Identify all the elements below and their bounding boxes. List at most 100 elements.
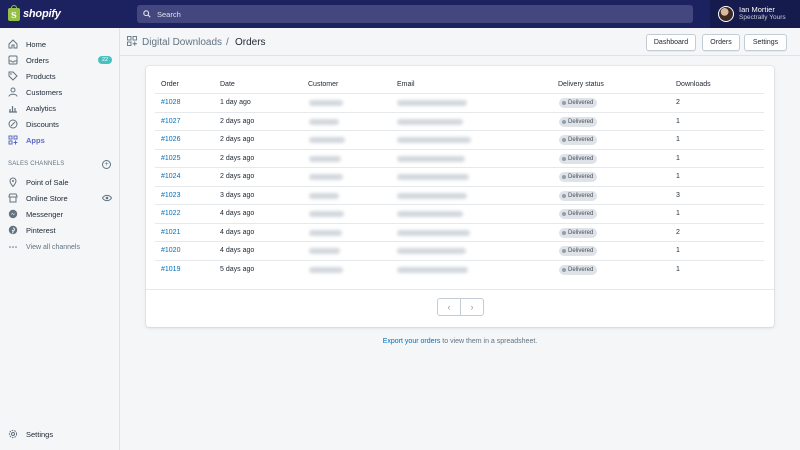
- order-date: 2 days ago: [220, 173, 255, 180]
- status-dot-icon: [562, 230, 566, 235]
- order-number-link[interactable]: #1026: [161, 136, 180, 143]
- sidebar-item-label: Messenger: [26, 209, 64, 219]
- status-text: Delivered: [568, 266, 594, 273]
- status-dot-icon: [562, 156, 566, 161]
- table-row[interactable]: #1027 2 days ago Delivered 1: [155, 111, 764, 131]
- download-count: 2: [676, 99, 680, 106]
- status-dot-icon: [562, 193, 566, 198]
- status-text: Delivered: [568, 211, 594, 217]
- table-row[interactable]: #1020 4 days ago Delivered 1: [155, 241, 764, 260]
- order-number-link[interactable]: #1027: [161, 118, 180, 125]
- order-date: 4 days ago: [220, 247, 255, 254]
- download-count: 3: [676, 191, 680, 199]
- email-redacted: [397, 211, 463, 217]
- status-text: Delivered: [568, 155, 594, 162]
- order-number-link[interactable]: #1028: [161, 99, 180, 106]
- email-redacted: [397, 118, 463, 125]
- status-text: Delivered: [568, 137, 594, 143]
- add-channel-icon[interactable]: +: [102, 160, 111, 169]
- sidebar-item-settings[interactable]: Settings: [0, 426, 119, 442]
- order-number-link[interactable]: #1021: [161, 229, 180, 236]
- table-row[interactable]: #1022 4 days ago Delivered 1: [155, 204, 764, 223]
- dashboard-button[interactable]: Dashboard: [646, 34, 696, 51]
- order-number-link[interactable]: #1022: [161, 210, 180, 217]
- sidebar-channel-pinterest[interactable]: Pinterest: [0, 222, 119, 238]
- customer-name-redacted: [309, 192, 339, 199]
- breadcrumb-separator: /: [226, 37, 229, 48]
- shopify-bag-icon: S: [8, 4, 20, 21]
- previous-page-button[interactable]: ‹: [437, 298, 461, 316]
- shopify-logo[interactable]: S shopify: [0, 0, 120, 28]
- table-row[interactable]: #1024 2 days ago Delivered 1: [155, 167, 764, 186]
- avatar: [718, 6, 734, 22]
- orders-button[interactable]: Orders: [702, 34, 740, 51]
- sidebar-item-label: Customers: [26, 87, 63, 97]
- order-number-link[interactable]: #1024: [161, 173, 180, 180]
- card-divider: [146, 289, 774, 290]
- customer-name-redacted: [309, 137, 345, 143]
- sidebar-item-apps[interactable]: Apps: [0, 132, 119, 148]
- brand-name: shopify: [23, 8, 61, 20]
- status-text: Delivered: [568, 100, 594, 106]
- order-number-link[interactable]: #1023: [161, 192, 180, 199]
- status-badge: Delivered: [559, 209, 598, 219]
- apps-icon: [8, 135, 18, 145]
- export-orders-link[interactable]: Export your orders: [383, 338, 441, 345]
- sidebar-item-analytics[interactable]: Analytics: [0, 100, 119, 116]
- sidebar-item-products[interactable]: Products: [0, 68, 119, 84]
- orders-card: Order Date Customer Email Delivery statu…: [146, 66, 774, 327]
- table-row[interactable]: #1025 2 days ago Delivered 1: [155, 148, 764, 168]
- status-text: Delivered: [568, 174, 594, 180]
- sidebar-item-label: Analytics: [26, 103, 57, 113]
- sidebar-channel-messenger[interactable]: Messenger: [0, 206, 119, 222]
- sidebar-item-home[interactable]: Home: [0, 36, 119, 52]
- status-badge: Delivered: [559, 153, 598, 164]
- customer-name-redacted: [309, 266, 343, 273]
- table-row[interactable]: #1021 4 days ago Delivered 2: [155, 222, 764, 242]
- status-badge: Delivered: [559, 227, 598, 238]
- order-date: 2 days ago: [220, 154, 255, 162]
- breadcrumb-app[interactable]: Digital Downloads: [142, 37, 222, 48]
- sidebar-channel-point-of-sale[interactable]: Point of Sale: [0, 174, 119, 190]
- status-badge: Delivered: [559, 246, 598, 256]
- sales-channels-title: SALES CHANNELS: [8, 161, 65, 167]
- sidebar-item-discounts[interactable]: Discounts: [0, 116, 119, 132]
- sidebar-item-label: Apps: [26, 135, 45, 145]
- status-text: Delivered: [568, 192, 594, 199]
- sidebar-item-customers[interactable]: Customers: [0, 84, 119, 100]
- sidebar-view-all-channels[interactable]: View all channels: [0, 239, 119, 255]
- order-date: 4 days ago: [220, 210, 255, 217]
- download-count: 1: [676, 265, 680, 273]
- customer-name-redacted: [309, 118, 339, 125]
- eye-icon[interactable]: [102, 194, 112, 202]
- order-number-link[interactable]: #1025: [161, 155, 180, 162]
- table-row[interactable]: #1023 3 days ago Delivered 3: [155, 185, 764, 205]
- export-note: Export your orders to view them in a spr…: [0, 338, 800, 345]
- search-icon: [143, 10, 151, 18]
- table-row[interactable]: #1026 2 days ago Delivered 1: [155, 130, 764, 149]
- next-page-button[interactable]: ›: [460, 298, 484, 316]
- column-header-customer: Customer: [308, 81, 339, 88]
- email-redacted: [397, 174, 469, 180]
- order-number-link[interactable]: #1019: [161, 266, 180, 273]
- download-count: 2: [676, 228, 680, 236]
- sidebar-item-label: Orders: [26, 55, 49, 65]
- download-count: 1: [676, 136, 680, 143]
- customer-name-redacted: [309, 248, 340, 254]
- status-dot-icon: [562, 138, 566, 142]
- order-number-link[interactable]: #1020: [161, 247, 180, 254]
- orders-count-badge: 22: [98, 56, 113, 64]
- sidebar-item-label: Online Store: [26, 193, 68, 203]
- email-redacted: [397, 155, 465, 162]
- table-row[interactable]: #1019 5 days ago Delivered 1: [155, 259, 764, 279]
- email-redacted: [397, 248, 466, 254]
- sidebar-item-orders[interactable]: Orders 22: [0, 52, 119, 68]
- store-icon: [8, 193, 18, 203]
- settings-button[interactable]: Settings: [744, 34, 787, 51]
- table-row[interactable]: #1028 1 day ago Delivered 2: [155, 93, 764, 112]
- status-badge: Delivered: [559, 264, 598, 275]
- column-header-delivery-status: Delivery status: [558, 81, 604, 88]
- search-input[interactable]: Search: [137, 5, 693, 23]
- account-store: Spectrally Yours: [739, 14, 786, 21]
- account-menu[interactable]: Ian Mortier Spectrally Yours: [710, 0, 800, 28]
